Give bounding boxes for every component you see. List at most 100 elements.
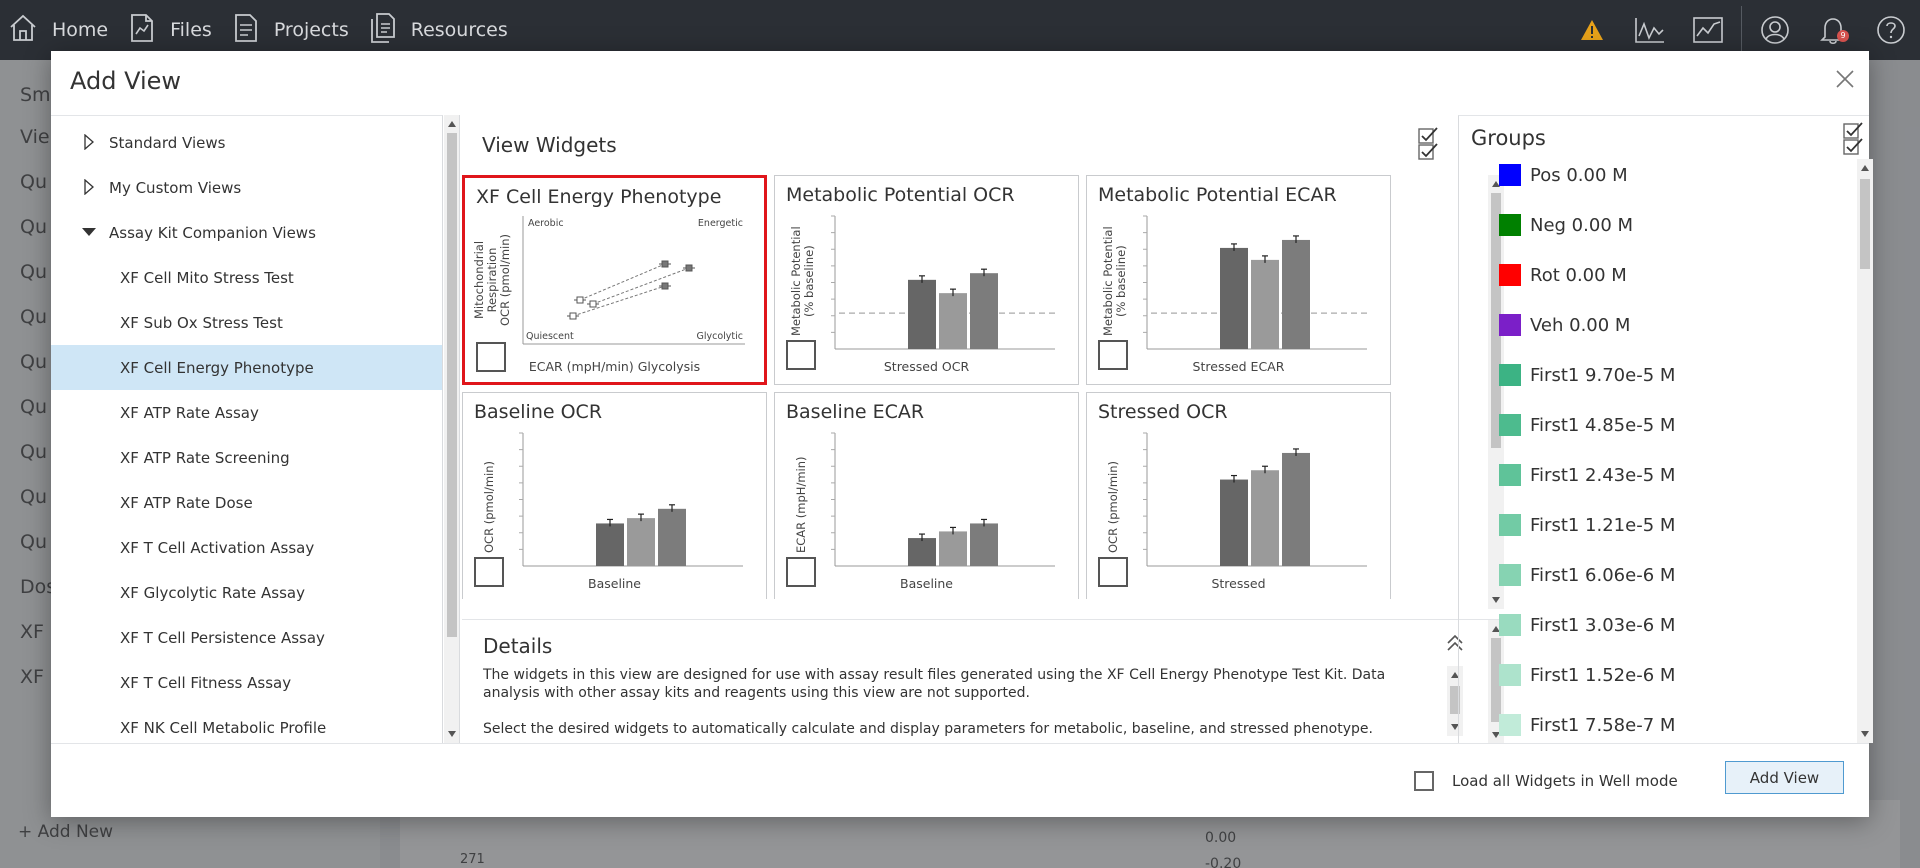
groups-scrollbar[interactable] [1857, 159, 1873, 743]
group-color-swatch [1499, 414, 1521, 436]
widget-y-label-line: OCR (pmol/min) [498, 234, 512, 326]
group-item[interactable]: Neg 0.00 M [1499, 200, 1633, 250]
group-color-swatch [1499, 314, 1521, 336]
bar [1251, 259, 1279, 349]
group-item[interactable]: Pos 0.00 M [1499, 158, 1628, 200]
bar [596, 523, 624, 566]
home-icon [8, 13, 52, 48]
group-item[interactable]: First1 6.06e-6 M [1499, 550, 1675, 600]
caret-right-icon[interactable] [81, 133, 97, 154]
tree-item[interactable]: XF T Cell Fitness Assay [51, 660, 442, 705]
tree-group[interactable]: Assay Kit Companion Views [51, 210, 442, 255]
widget-checkbox[interactable] [1098, 340, 1128, 370]
scroll-up-icon[interactable] [448, 121, 456, 127]
widget-card[interactable]: XF Cell Energy Phenotype Aerobic Energetic… [462, 175, 767, 385]
group-item[interactable]: Veh 0.00 M [1499, 300, 1630, 350]
widget-checkbox[interactable] [476, 342, 506, 372]
select-all-groups-icon[interactable] [1842, 122, 1864, 156]
tree-item-label: XF ATP Rate Screening [120, 448, 290, 467]
tree-item[interactable]: XF T Cell Activation Assay [51, 525, 442, 570]
bar [908, 279, 936, 349]
tree-item-label: XF T Cell Fitness Assay [120, 673, 292, 692]
group-item[interactable]: First1 3.03e-6 M [1499, 600, 1675, 650]
widget-x-label: Stressed [1211, 576, 1266, 591]
widget-card[interactable]: Metabolic Potential ECAR Stressed ECAR Met… [1086, 175, 1391, 385]
tree-item[interactable]: XF Sub Ox Stress Test [51, 300, 442, 345]
widget-x-label: Stressed ECAR [1192, 359, 1285, 374]
widget-checkbox[interactable] [1098, 557, 1128, 587]
widget-chart [831, 215, 1055, 350]
widget-y-label-line: OCR (pmol/min) [482, 461, 496, 553]
tree-item[interactable]: XF Cell Energy Phenotype [51, 345, 442, 390]
tree-item-label: XF ATP Rate Assay [120, 403, 259, 422]
scroll-down-icon[interactable] [1861, 731, 1869, 737]
tree-item[interactable]: XF Glycolytic Rate Assay [51, 570, 442, 615]
phenotype-point [661, 282, 669, 290]
widget-card[interactable]: Baseline ECAR Baseline ECAR (mpH/min) [774, 392, 1079, 599]
tree-item-label: XF ATP Rate Dose [120, 493, 253, 512]
nav-home-label: Home [52, 19, 109, 41]
group-item[interactable]: First1 2.43e-5 M [1499, 450, 1675, 500]
widget-card[interactable]: Metabolic Potential OCR Stressed OCR Metab… [774, 175, 1079, 385]
group-label: First1 4.85e-5 M [1530, 414, 1676, 436]
tree-group[interactable]: Standard Views [51, 120, 442, 165]
widget-title: Metabolic Potential ECAR [1098, 184, 1337, 206]
caret-right-icon[interactable] [81, 178, 97, 199]
group-item[interactable]: First1 7.58e-7 M [1499, 700, 1675, 744]
phenotype-point [589, 300, 597, 308]
tree-item[interactable]: XF ATP Rate Screening [51, 435, 442, 480]
widget-checkbox[interactable] [786, 557, 816, 587]
scroll-up-icon[interactable] [1861, 165, 1869, 171]
widget-chart [1143, 215, 1367, 350]
widget-y-label-line: (% baseline) [1114, 245, 1128, 318]
widget-y-label: Mitochondrial Respiration OCR (pmol/min) [472, 234, 512, 326]
tree-item[interactable]: XF ATP Rate Dose [51, 480, 442, 525]
details-title: Details [483, 634, 553, 658]
widget-checkbox[interactable] [786, 340, 816, 370]
scroll-thumb[interactable] [1860, 179, 1870, 269]
tree-item[interactable]: XF NK Cell Metabolic Profile [51, 705, 442, 743]
group-label: Rot 0.00 M [1530, 264, 1627, 286]
widget-title: Stressed OCR [1098, 401, 1228, 423]
quadrant-label: Glycolytic [696, 331, 743, 342]
scroll-thumb[interactable] [447, 133, 457, 637]
group-color-swatch [1499, 514, 1521, 536]
group-label: Veh 0.00 M [1530, 314, 1631, 336]
widget-y-label: ECAR (mpH/min) [794, 457, 808, 554]
widget-checkbox[interactable] [474, 557, 504, 587]
details-paragraph: Select the desired widgets to automatica… [483, 721, 1373, 737]
group-item[interactable]: First1 1.52e-6 M [1499, 650, 1675, 700]
tree-item[interactable]: XF ATP Rate Assay [51, 390, 442, 435]
tree-item[interactable]: XF T Cell Persistence Assay [51, 615, 442, 660]
help-icon[interactable] [1862, 0, 1920, 60]
well-mode-checkbox[interactable] [1414, 771, 1434, 791]
tree-item-label: Assay Kit Companion Views [109, 223, 316, 242]
bar [1220, 479, 1248, 566]
select-all-widgets-icon[interactable] [1417, 127, 1439, 161]
caret-down-icon[interactable] [81, 224, 97, 244]
widget-chart [1143, 432, 1367, 567]
group-item[interactable]: Rot 0.00 M [1499, 250, 1627, 300]
widget-card[interactable]: Baseline OCR Baseline OCR (pmol/min) [462, 392, 767, 599]
nav-separator [1741, 6, 1742, 54]
tree-group[interactable]: My Custom Views [51, 165, 442, 210]
phenotype-line [572, 285, 666, 317]
widget-y-label: OCR (pmol/min) [1106, 461, 1120, 553]
tree-scrollbar[interactable] [444, 115, 460, 743]
close-icon[interactable] [1831, 65, 1859, 93]
widget-title: Metabolic Potential OCR [786, 184, 1015, 206]
add-view-button[interactable]: Add View [1725, 761, 1844, 794]
group-label: First1 3.03e-6 M [1530, 614, 1676, 636]
add-view-dialog: Add View Standard Views My Custom Views As… [51, 51, 1873, 817]
tree-item[interactable]: XF Cell Mito Stress Test [51, 255, 442, 300]
group-item[interactable]: First1 4.85e-5 M [1499, 400, 1675, 450]
scroll-down-icon[interactable] [448, 731, 456, 737]
group-item[interactable]: First1 1.21e-5 M [1499, 500, 1675, 550]
tree-item-label: My Custom Views [109, 178, 242, 197]
widget-y-label-line: (% baseline) [802, 245, 816, 318]
group-item[interactable]: First1 9.70e-5 M [1499, 350, 1675, 400]
phenotype-point [661, 260, 669, 268]
widget-card[interactable]: Stressed OCR Stressed OCR (pmol/min) [1086, 392, 1391, 599]
group-label: First1 1.21e-5 M [1530, 514, 1676, 536]
projects-icon [232, 12, 274, 49]
